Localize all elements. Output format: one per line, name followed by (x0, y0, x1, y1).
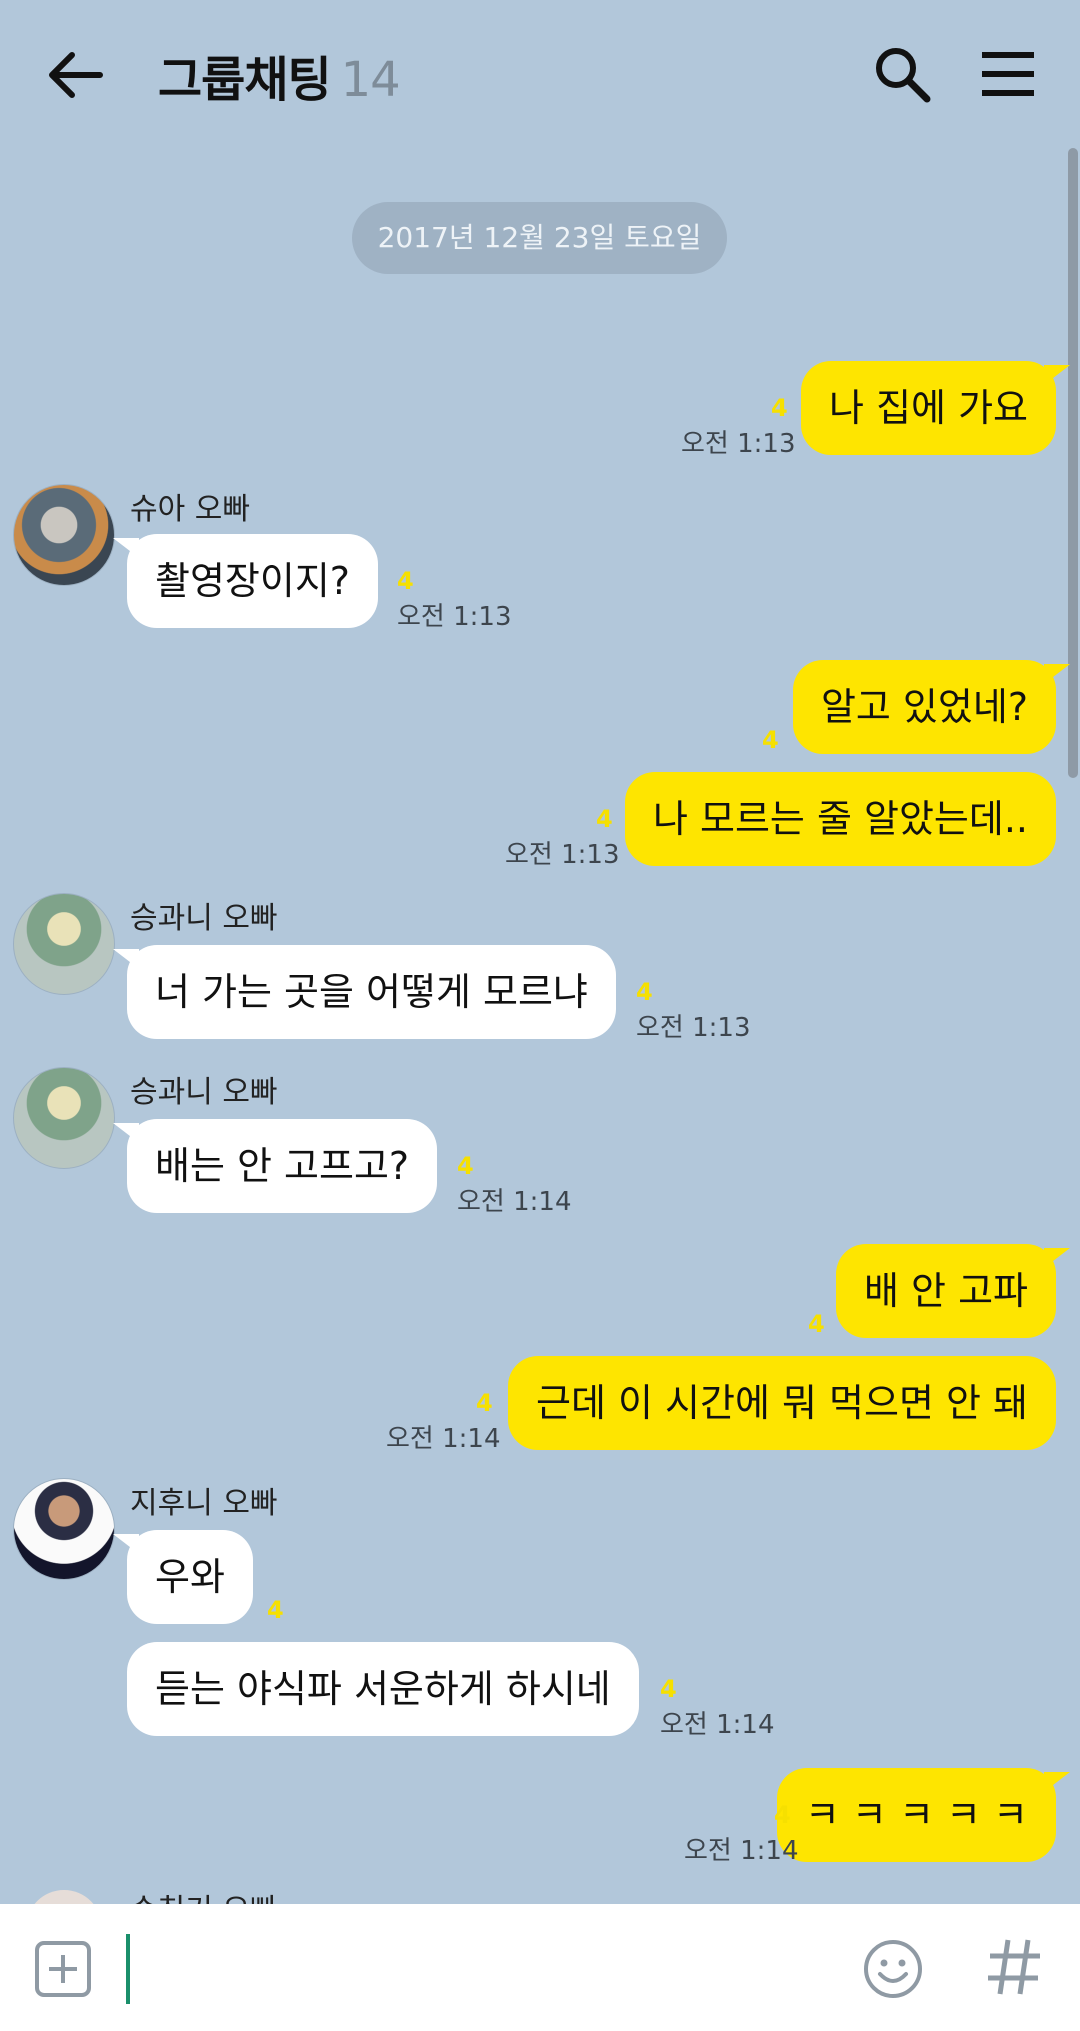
avatar[interactable] (13, 1067, 115, 1169)
smiley-icon[interactable] (862, 1938, 924, 2000)
message-time: 오전 1:13 (397, 602, 512, 632)
message-text: 듣는 야식파 서운하게 하시네 (155, 1667, 611, 1711)
hash-icon[interactable] (984, 1934, 1044, 2000)
hamburger-menu-icon[interactable] (980, 48, 1036, 100)
message-text: 근데 이 시간에 뭐 먹으면 안 돼 (536, 1381, 1028, 1425)
chat-title-text: 그룹채팅 (158, 52, 332, 108)
message-time: 오전 1:13 (681, 429, 796, 459)
avatar[interactable] (13, 1478, 115, 1580)
unread-count: 4 (771, 394, 788, 422)
other-message-bubble[interactable]: 우와 (113, 1530, 253, 1624)
avatar[interactable] (13, 484, 115, 586)
sender-name: 승과니 오빠 (130, 901, 278, 936)
unread-count: 4 (660, 1675, 677, 1703)
back-arrow-icon[interactable] (44, 45, 108, 105)
my-message-bubble[interactable]: 나 모르는 줄 알았는데.. (624, 772, 1056, 866)
message-text: 배 안 고파 (864, 1269, 1028, 1313)
plus-square-icon[interactable] (34, 1940, 92, 1998)
my-message-bubble[interactable]: 알고 있었네? (792, 660, 1071, 754)
sender-name: 승과니 오빠 (130, 1075, 278, 1110)
message-time: 오전 1:14 (386, 1424, 501, 1454)
message-time: 오전 1:14 (660, 1710, 775, 1740)
message-time: 오전 1:13 (505, 840, 620, 870)
message-text: 알고 있었네? (820, 685, 1028, 729)
unread-count: 4 (476, 1389, 493, 1417)
sender-name: 지후니 오빠 (130, 1486, 278, 1521)
message-text: 배는 안 고프고? (155, 1144, 410, 1188)
unread-count: 4 (267, 1596, 284, 1624)
avatar[interactable] (13, 893, 115, 995)
date-divider: 2017년 12월 23일 토요일 (352, 202, 727, 274)
message-text: 촬영장이지? (155, 559, 350, 603)
my-message-bubble[interactable]: 배 안 고파 (836, 1244, 1070, 1338)
chat-header: 그룹채팅 14 (0, 0, 1080, 150)
unread-count: 4 (774, 1801, 791, 1829)
my-message-bubble[interactable]: ㅋ ㅋ ㅋ ㅋ ㅋ (776, 1768, 1071, 1862)
search-icon[interactable] (872, 44, 932, 104)
unread-count: 4 (457, 1152, 474, 1180)
unread-count: 4 (397, 567, 414, 595)
my-message-bubble[interactable]: 나 집에 가요 (801, 361, 1070, 455)
message-time: 오전 1:14 (684, 1836, 799, 1866)
other-message-bubble[interactable]: 듣는 야식파 서운하게 하시네 (127, 1642, 639, 1736)
chat-title: 그룹채팅 14 (158, 40, 401, 110)
message-time: 오전 1:14 (457, 1187, 572, 1217)
other-message-bubble[interactable]: 배는 안 고프고? (112, 1119, 438, 1213)
message-text: ㅋ ㅋ ㅋ ㅋ ㅋ (804, 1793, 1028, 1837)
unread-count: 4 (762, 726, 779, 754)
sender-name: 슈아 오빠 (130, 492, 250, 527)
unread-count: 4 (808, 1310, 825, 1338)
unread-count: 4 (596, 805, 613, 833)
message-input-field[interactable] (126, 1934, 130, 2004)
message-text: 나 모르는 줄 알았는데.. (652, 797, 1028, 841)
message-text: 우와 (155, 1555, 225, 1599)
member-count: 14 (340, 52, 401, 108)
my-message-bubble[interactable]: 근데 이 시간에 뭐 먹으면 안 돼 (508, 1356, 1056, 1450)
message-text: 나 집에 가요 (829, 386, 1028, 430)
message-time: 오전 1:13 (636, 1013, 751, 1043)
message-text: 너 가는 곳을 어떻게 모르냐 (155, 970, 588, 1014)
other-message-bubble[interactable]: 촬영장이지? (113, 534, 378, 628)
message-input-bar (0, 1904, 1080, 2031)
other-message-bubble[interactable]: 너 가는 곳을 어떻게 모르냐 (113, 945, 616, 1039)
sender-name-partial: 순친기 오빠 (130, 1885, 278, 1904)
unread-count: 4 (636, 978, 653, 1006)
